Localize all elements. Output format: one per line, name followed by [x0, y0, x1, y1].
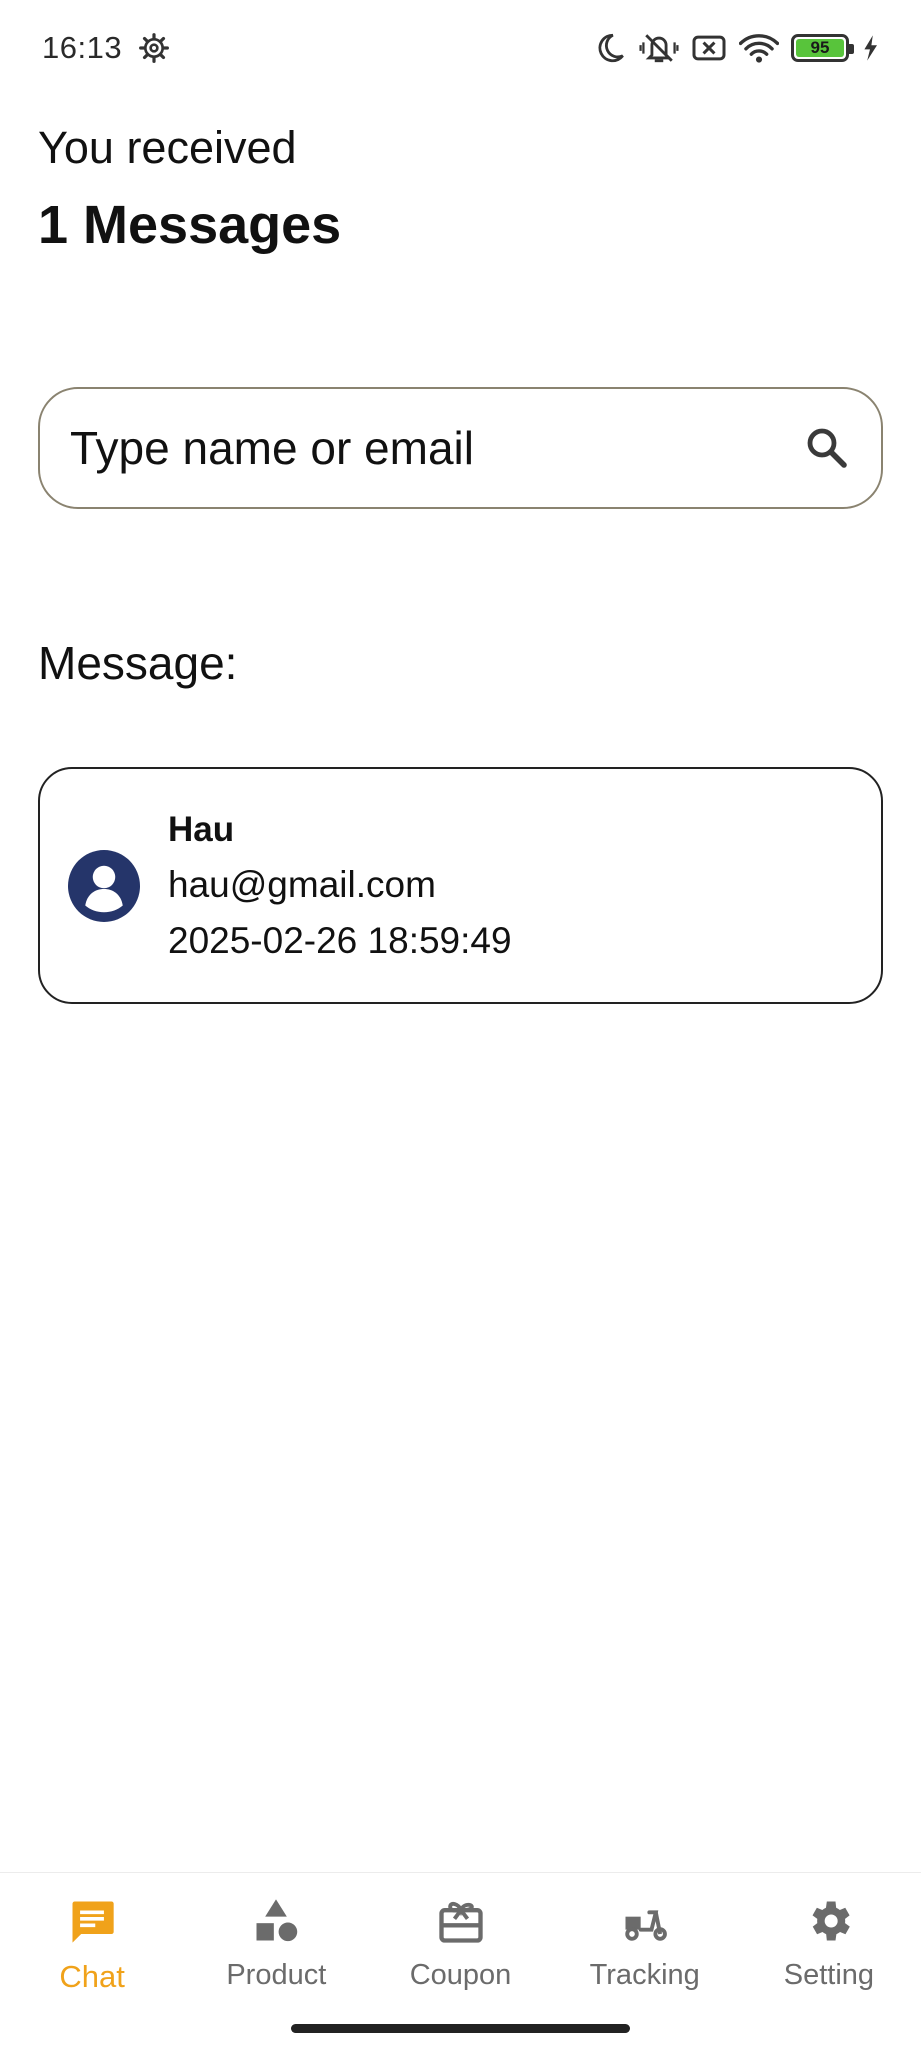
wifi-icon	[739, 34, 779, 63]
message-card[interactable]: Hau hau@gmail.com 2025-02-26 18:59:49	[38, 767, 883, 1004]
category-icon	[256, 1899, 298, 1942]
nav-label-tracking: Tracking	[589, 1959, 700, 1991]
status-icons: 95	[593, 28, 879, 68]
nav-label-product: Product	[226, 1959, 327, 1991]
nav-label-coupon: Coupon	[409, 1959, 512, 1991]
no-sim-icon	[692, 35, 726, 61]
chat-icon	[72, 1901, 114, 1943]
sender-name: Hau	[168, 809, 235, 849]
nav-item-tracking[interactable]: Tracking	[553, 1873, 737, 2048]
messages-count-title: 1 Messages	[38, 195, 342, 255]
gear-icon	[812, 1901, 850, 1941]
nav-item-setting[interactable]: Setting	[737, 1873, 921, 2048]
bottom-nav: Chat Product Coupon Tracking Setting	[0, 1872, 921, 2048]
avatar-icon	[68, 849, 140, 922]
sender-email: hau@gmail.com	[168, 863, 436, 905]
nav-item-product[interactable]: Product	[184, 1873, 368, 2048]
battery-icon: 95	[791, 34, 854, 62]
message-timestamp: 2025-02-26 18:59:49	[168, 919, 512, 961]
status-bar: 16:13 95	[0, 0, 921, 100]
message-card-text: Hau hau@gmail.com 2025-02-26 18:59:49	[168, 810, 512, 962]
nav-item-chat[interactable]: Chat	[0, 1873, 184, 2048]
scooter-icon	[624, 1910, 667, 1941]
coupon-icon	[438, 1901, 483, 1943]
nav-label-chat: Chat	[59, 1959, 125, 1994]
battery-level: 95	[796, 38, 844, 57]
search-icon[interactable]	[803, 424, 851, 472]
vibrate-off-icon	[639, 34, 679, 63]
received-label: You received	[38, 122, 297, 173]
home-indicator[interactable]	[291, 2024, 630, 2033]
settings-icon	[139, 33, 169, 63]
search-box[interactable]	[38, 387, 883, 509]
message-section-label: Message:	[38, 637, 238, 689]
moon-icon	[598, 33, 624, 63]
search-input[interactable]	[70, 421, 793, 475]
charging-icon	[864, 35, 877, 61]
status-time: 16:13	[42, 30, 123, 65]
screen: 16:13 95 You received 1 Messages Type na…	[0, 0, 921, 2048]
nav-item-coupon[interactable]: Coupon	[368, 1873, 552, 2048]
nav-label-setting: Setting	[783, 1959, 875, 1991]
